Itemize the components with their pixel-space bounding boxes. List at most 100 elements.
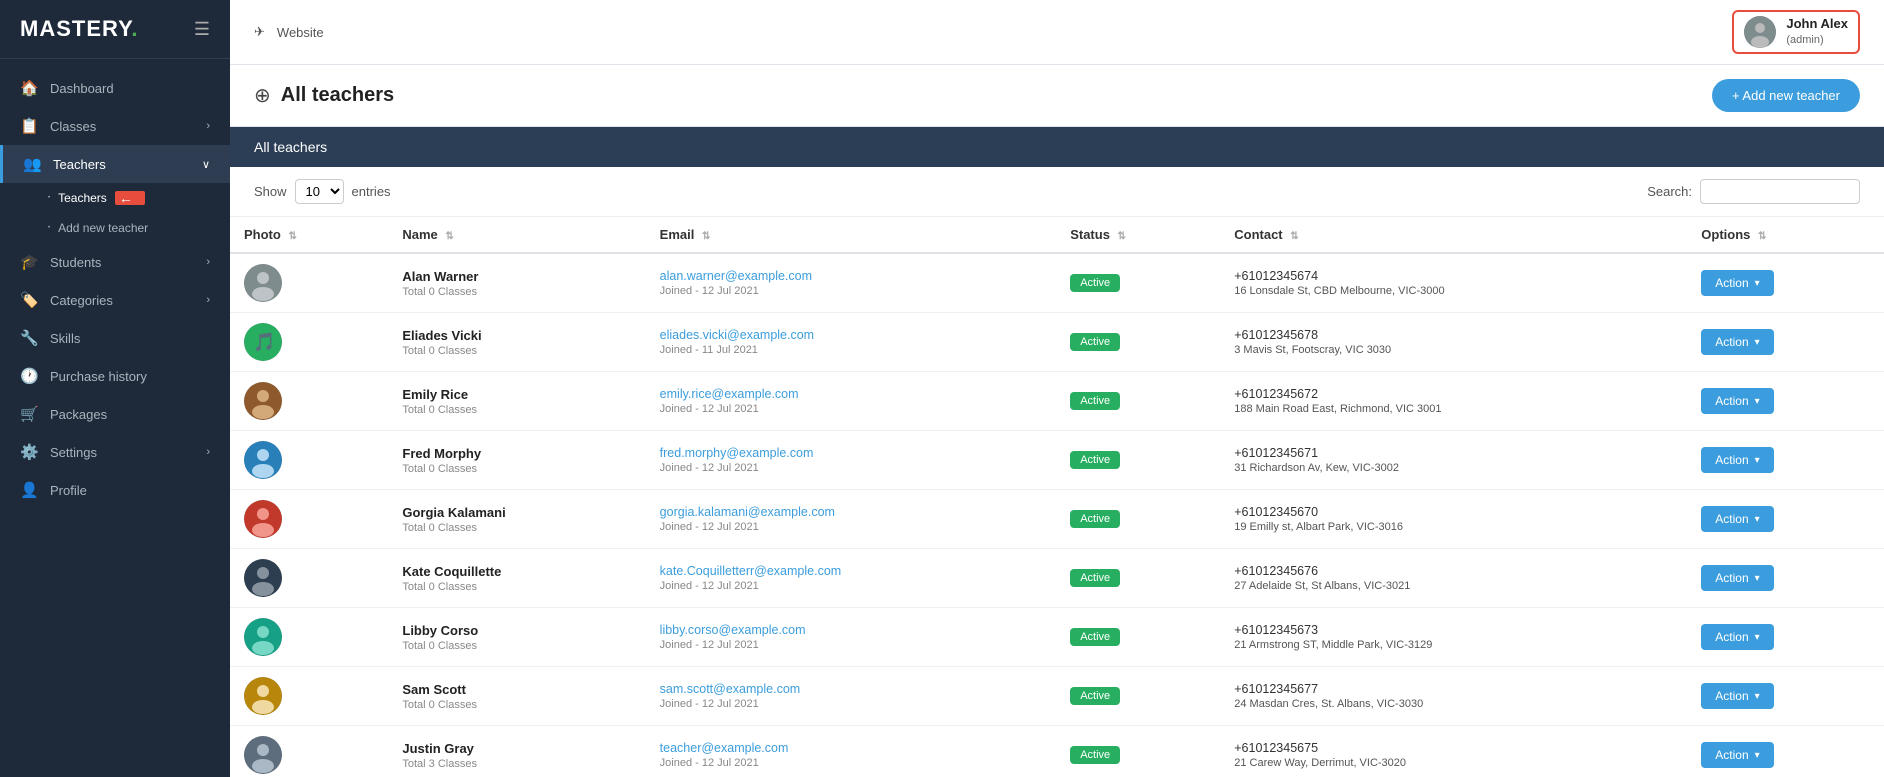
teacher-contact-cell: +61012345677 24 Masdan Cres, St. Albans,…	[1220, 667, 1687, 726]
sidebar-sub-item-teachers[interactable]: • Teachers	[0, 183, 230, 213]
hamburger-icon[interactable]: ☰	[194, 19, 210, 40]
teacher-classes: Total 3 Classes	[402, 758, 631, 770]
entries-select[interactable]: 10 25 50	[295, 179, 344, 204]
sidebar-item-purchase-history[interactable]: 🕐 Purchase history	[0, 357, 230, 395]
user-card[interactable]: John Alex (admin)	[1732, 10, 1860, 54]
svg-text:🎵: 🎵	[253, 332, 275, 352]
action-chevron-icon: ▾	[1755, 514, 1760, 525]
action-button[interactable]: Action ▾	[1701, 388, 1773, 414]
topbar-right: John Alex (admin)	[1732, 10, 1860, 54]
sidebar-item-label: Settings	[50, 445, 97, 460]
chevron-right-icon: ›	[206, 294, 210, 306]
teacher-photo-cell	[230, 667, 388, 726]
sidebar-item-label: Skills	[50, 331, 80, 346]
teacher-status-cell: Active	[1056, 490, 1220, 549]
sidebar-item-students[interactable]: 🎓 Students ›	[0, 243, 230, 281]
sidebar-item-teachers[interactable]: 👥 Teachers ∨	[0, 145, 230, 183]
table-row: Fred Morphy Total 0 Classes fred.morphy@…	[230, 431, 1884, 490]
action-button[interactable]: Action ▾	[1701, 742, 1773, 768]
teacher-avatar	[244, 559, 282, 597]
sidebar-item-skills[interactable]: 🔧 Skills	[0, 319, 230, 357]
action-label: Action	[1715, 512, 1748, 526]
teacher-joined: Joined - 12 Jul 2021	[660, 698, 1043, 710]
action-button[interactable]: Action ▾	[1701, 329, 1773, 355]
teacher-options-cell: Action ▾	[1687, 726, 1884, 777]
teacher-status-cell: Active	[1056, 667, 1220, 726]
teacher-options-cell: Action ▾	[1687, 253, 1884, 313]
teacher-address: 21 Carew Way, Derrimut, VIC-3020	[1234, 757, 1673, 769]
teacher-name: Kate Coquillette	[402, 564, 631, 579]
col-status[interactable]: Status ⇅	[1056, 217, 1220, 253]
teacher-email: kate.Coquilletterr@example.com	[660, 564, 1043, 578]
search-input[interactable]	[1700, 179, 1860, 204]
teacher-status-cell: Active	[1056, 608, 1220, 667]
action-label: Action	[1715, 748, 1748, 762]
action-chevron-icon: ▾	[1755, 573, 1760, 584]
teacher-classes: Total 0 Classes	[402, 522, 631, 534]
sidebar-item-label: Classes	[50, 119, 96, 134]
action-button[interactable]: Action ▾	[1701, 447, 1773, 473]
teacher-address: 27 Adelaide St, St Albans, VIC-3021	[1234, 580, 1673, 592]
teacher-email-cell: libby.corso@example.com Joined - 12 Jul …	[646, 608, 1057, 667]
teacher-contact-cell: +61012345670 19 Emilly st, Albart Park, …	[1220, 490, 1687, 549]
teacher-classes: Total 0 Classes	[402, 404, 631, 416]
col-contact[interactable]: Contact ⇅	[1220, 217, 1687, 253]
sort-icon: ⇅	[1758, 231, 1766, 242]
sidebar-sub-item-add-teacher[interactable]: • Add new teacher	[0, 213, 230, 243]
sidebar-item-profile[interactable]: 👤 Profile	[0, 471, 230, 509]
teacher-contact-cell: +61012345676 27 Adelaide St, St Albans, …	[1220, 549, 1687, 608]
col-photo[interactable]: Photo ⇅	[230, 217, 388, 253]
col-name[interactable]: Name ⇅	[388, 217, 645, 253]
teacher-avatar	[244, 382, 282, 420]
action-button[interactable]: Action ▾	[1701, 624, 1773, 650]
topbar: ✈ Website John Alex (admin)	[230, 0, 1884, 65]
sidebar-item-settings[interactable]: ⚙️ Settings ›	[0, 433, 230, 471]
teacher-name-cell: Eliades Vicki Total 0 Classes	[388, 313, 645, 372]
sidebar-item-packages[interactable]: 🛒 Packages	[0, 395, 230, 433]
table-row: Emily Rice Total 0 Classes emily.rice@ex…	[230, 372, 1884, 431]
arrow-indicator	[115, 191, 145, 205]
sidebar-item-label: Categories	[50, 293, 113, 308]
teacher-address: 3 Mavis St, Footscray, VIC 3030	[1234, 344, 1673, 356]
teachers-table: Photo ⇅ Name ⇅ Email ⇅ Status ⇅ Contact …	[230, 217, 1884, 777]
teacher-email-cell: kate.Coquilletterr@example.com Joined - …	[646, 549, 1057, 608]
sidebar-item-categories[interactable]: 🏷️ Categories ›	[0, 281, 230, 319]
sort-icon: ⇅	[288, 231, 296, 242]
col-email[interactable]: Email ⇅	[646, 217, 1057, 253]
show-entries: Show 10 25 50 entries	[254, 179, 391, 204]
table-row: Justin Gray Total 3 Classes teacher@exam…	[230, 726, 1884, 777]
sidebar-item-dashboard[interactable]: 🏠 Dashboard	[0, 69, 230, 107]
teacher-address: 19 Emilly st, Albart Park, VIC-3016	[1234, 521, 1673, 533]
teacher-name: Emily Rice	[402, 387, 631, 402]
table-row: Alan Warner Total 0 Classes alan.warner@…	[230, 253, 1884, 313]
action-button[interactable]: Action ▾	[1701, 683, 1773, 709]
show-label: Show	[254, 184, 287, 199]
page-title-row: ⊕ All teachers	[254, 83, 394, 108]
teacher-options-cell: Action ▾	[1687, 372, 1884, 431]
teacher-joined: Joined - 12 Jul 2021	[660, 639, 1043, 651]
sidebar-item-classes[interactable]: 📋 Classes ›	[0, 107, 230, 145]
action-chevron-icon: ▾	[1755, 337, 1760, 348]
action-button[interactable]: Action ▾	[1701, 270, 1773, 296]
teacher-email: teacher@example.com	[660, 741, 1043, 755]
sub-item-label: Add new teacher	[58, 221, 148, 235]
add-new-teacher-button[interactable]: + Add new teacher	[1712, 79, 1860, 112]
action-button[interactable]: Action ▾	[1701, 506, 1773, 532]
teacher-email-cell: emily.rice@example.com Joined - 12 Jul 2…	[646, 372, 1057, 431]
sub-item-dot: •	[48, 195, 50, 201]
teacher-photo-cell	[230, 549, 388, 608]
teachers-icon: 👥	[23, 155, 41, 173]
teacher-name-cell: Libby Corso Total 0 Classes	[388, 608, 645, 667]
action-label: Action	[1715, 453, 1748, 467]
status-badge: Active	[1070, 392, 1120, 410]
teacher-photo-cell	[230, 431, 388, 490]
teacher-avatar	[244, 618, 282, 656]
teacher-classes: Total 0 Classes	[402, 286, 631, 298]
classes-icon: 📋	[20, 117, 38, 135]
teacher-classes: Total 0 Classes	[402, 699, 631, 711]
teacher-phone: +61012345677	[1234, 682, 1673, 696]
teacher-phone: +61012345671	[1234, 446, 1673, 460]
status-badge: Active	[1070, 451, 1120, 469]
action-button[interactable]: Action ▾	[1701, 565, 1773, 591]
teacher-name: Gorgia Kalamani	[402, 505, 631, 520]
